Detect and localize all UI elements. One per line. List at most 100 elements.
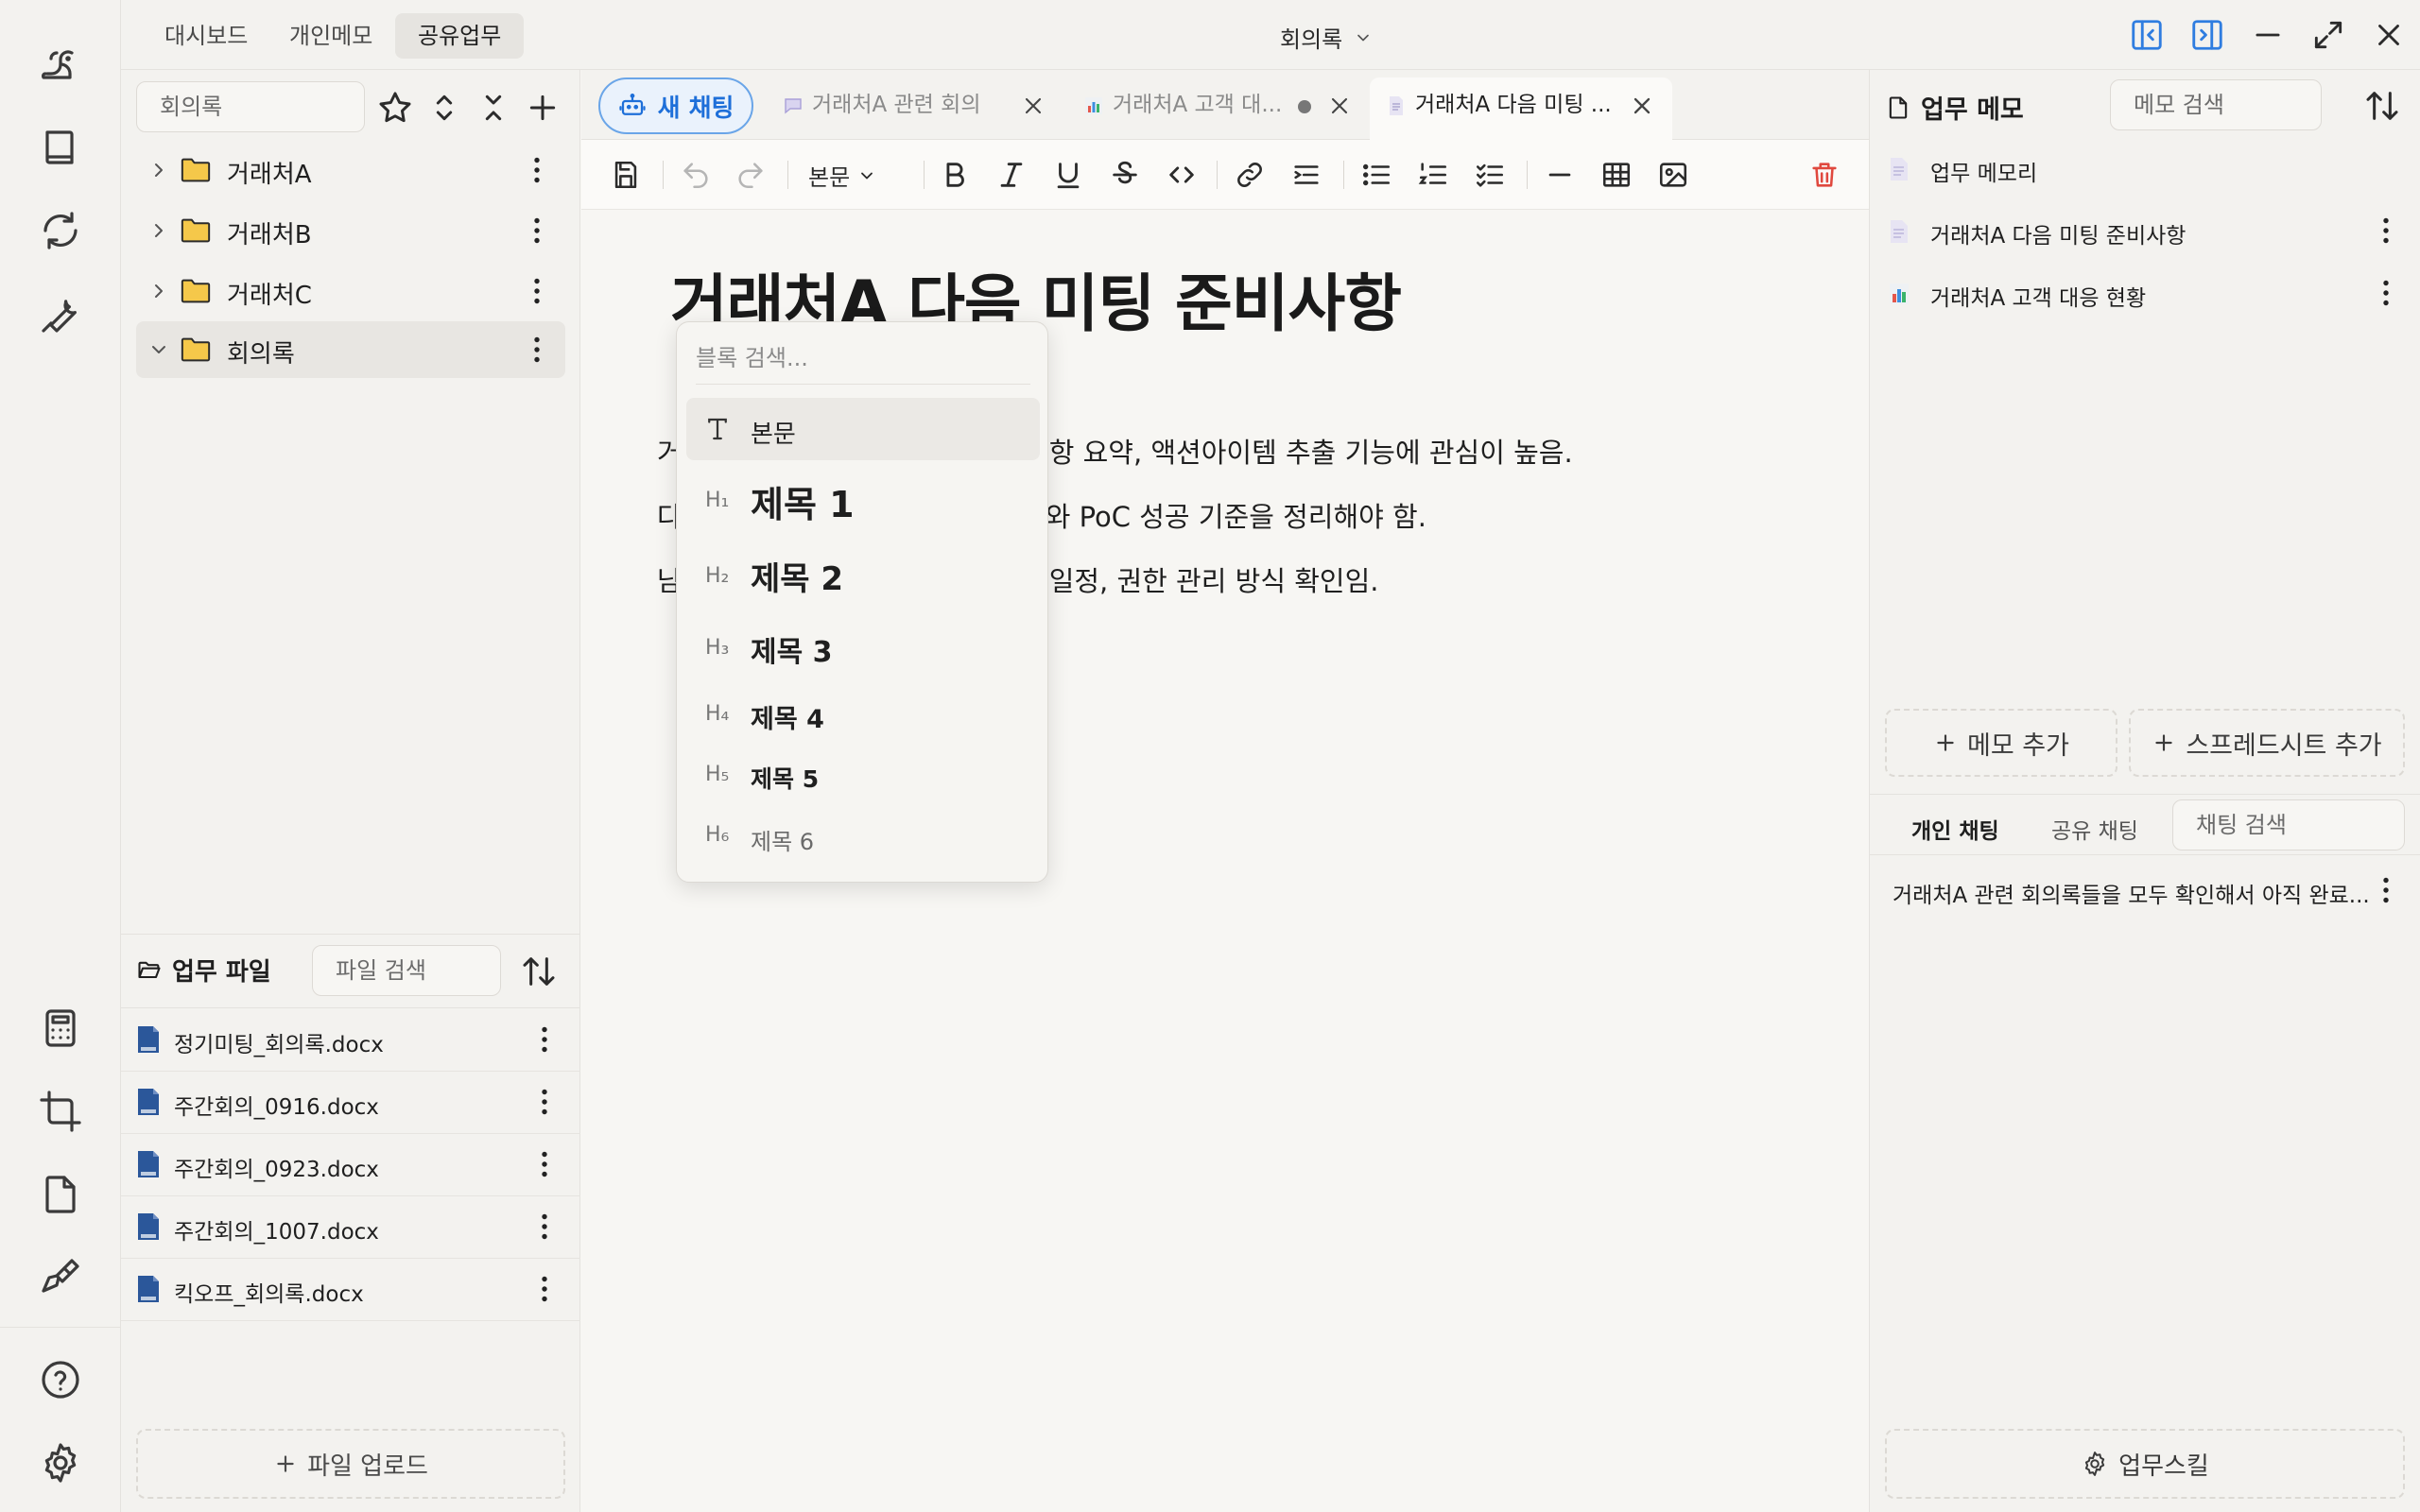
toggle-left-panel-icon[interactable]: [2129, 17, 2165, 53]
minimize-icon[interactable]: [2250, 17, 2286, 53]
file-row[interactable]: 정기미팅_회의록.docx: [121, 1009, 580, 1072]
link-icon[interactable]: [1234, 159, 1266, 191]
add-spreadsheet-button[interactable]: 스프레드시트 추가: [2129, 709, 2405, 777]
bold-icon[interactable]: [939, 159, 971, 191]
collapse-all-icon[interactable]: [475, 89, 512, 127]
bullet-list-icon[interactable]: [1360, 159, 1392, 191]
redo-icon[interactable]: [735, 159, 767, 191]
tree-folder-meeting-notes[interactable]: 회의록: [136, 321, 565, 378]
nav-tab-dashboard[interactable]: 대시보드: [142, 13, 270, 59]
indent-icon[interactable]: [1290, 159, 1322, 191]
memo-item-customer-status[interactable]: 거래처A 고객 대응 현황: [1870, 263, 2420, 325]
chat-search-input[interactable]: 채팅 검색: [2172, 799, 2405, 850]
block-search-input[interactable]: 블록 검색...: [696, 335, 1030, 385]
numbered-list-icon[interactable]: [1417, 159, 1449, 191]
add-memo-button[interactable]: 메모 추가: [1885, 709, 2118, 777]
more-vertical-icon[interactable]: [527, 1085, 562, 1119]
book-icon[interactable]: [38, 125, 83, 170]
tree-folder-label: 거래처A: [227, 161, 312, 189]
block-option-paragraph[interactable]: 본문: [686, 398, 1040, 460]
file-icon[interactable]: [38, 1172, 83, 1217]
settings-gear-icon[interactable]: [38, 1440, 83, 1486]
file-row[interactable]: 주간회의_0923.docx: [121, 1134, 580, 1196]
horizontal-rule-icon[interactable]: [1544, 159, 1576, 191]
image-icon[interactable]: [1657, 159, 1689, 191]
memo-item-next-meeting-prep[interactable]: 거래처A 다음 미팅 준비사항: [1870, 200, 2420, 263]
workspace-title-dropdown[interactable]: 회의록: [1280, 21, 1373, 54]
tab-personal-chat[interactable]: 개인 채팅: [1911, 813, 1999, 845]
table-icon[interactable]: [1600, 159, 1633, 191]
file-upload-label: 파일 업로드: [307, 1452, 428, 1481]
code-icon[interactable]: [1166, 159, 1198, 191]
close-tab-icon[interactable]: [1629, 93, 1655, 119]
file-row[interactable]: 주간회의_0916.docx: [121, 1072, 580, 1134]
help-icon[interactable]: [38, 1357, 83, 1402]
trash-icon[interactable]: [1808, 159, 1841, 191]
squirrel-logo-icon[interactable]: [38, 42, 83, 87]
more-vertical-icon[interactable]: [520, 274, 554, 308]
more-vertical-icon[interactable]: [527, 1147, 562, 1181]
expand-all-icon[interactable]: [425, 89, 463, 127]
maximize-icon[interactable]: [2310, 17, 2346, 53]
chevron-right-icon: [147, 219, 170, 242]
more-vertical-icon[interactable]: [2369, 873, 2403, 907]
toggle-right-panel-icon[interactable]: [2189, 17, 2225, 53]
tab-meeting-chat[interactable]: 거래처A 관련 회의: [767, 77, 1062, 140]
star-icon[interactable]: [376, 89, 414, 127]
memo-item-work-memory[interactable]: 업무 메모리: [1870, 138, 2420, 200]
more-vertical-icon[interactable]: [527, 1272, 562, 1306]
file-row[interactable]: 킥오프_회의록.docx: [121, 1259, 580, 1321]
tab-next-meeting-prep[interactable]: 거래처A 다음 미팅 ...: [1370, 77, 1672, 140]
wrench-icon[interactable]: [38, 291, 83, 336]
sync-icon[interactable]: [38, 208, 83, 253]
block-style-select[interactable]: 본문: [808, 159, 876, 192]
more-vertical-icon[interactable]: [520, 153, 554, 187]
more-vertical-icon[interactable]: [2369, 276, 2403, 310]
block-option-heading-4[interactable]: H₄ 제목 4: [686, 681, 1040, 744]
block-option-heading-6[interactable]: H₆ 제목 6: [686, 804, 1040, 865]
chat-item[interactable]: 거래처A 관련 회의록들을 모두 확인해서 아직 완료...: [1870, 860, 2420, 922]
checklist-icon[interactable]: [1474, 159, 1506, 191]
sort-icon[interactable]: [2363, 87, 2401, 125]
tree-folder-client-b[interactable]: 거래처B: [136, 202, 565, 259]
italic-icon[interactable]: [995, 159, 1028, 191]
block-option-heading-1[interactable]: H₁ 제목 1: [686, 464, 1040, 536]
tree-folder-client-c[interactable]: 거래처C: [136, 263, 565, 319]
block-option-heading-2[interactable]: H₂ 제목 2: [686, 540, 1040, 611]
underline-icon[interactable]: [1052, 159, 1084, 191]
folder-search-input[interactable]: 회의록: [136, 81, 365, 132]
toolbar-divider: [1343, 161, 1344, 189]
save-icon[interactable]: [610, 159, 642, 191]
nav-tab-personal-memo[interactable]: 개인메모: [267, 13, 395, 59]
close-tab-icon[interactable]: [1326, 93, 1353, 119]
tree-folder-client-a[interactable]: 거래처A: [136, 142, 565, 198]
add-folder-icon[interactable]: [524, 89, 562, 127]
file-upload-button[interactable]: 파일 업로드: [136, 1429, 565, 1499]
more-vertical-icon[interactable]: [527, 1210, 562, 1244]
tab-title: 거래처A 고객 대...: [1113, 93, 1283, 117]
new-chat-button[interactable]: 새 채팅: [598, 77, 753, 134]
more-vertical-icon[interactable]: [520, 214, 554, 248]
strikethrough-icon[interactable]: [1109, 159, 1141, 191]
work-skill-button[interactable]: 업무스킬: [1885, 1429, 2405, 1499]
close-tab-icon[interactable]: [1020, 93, 1046, 119]
file-row[interactable]: 주간회의_1007.docx: [121, 1196, 580, 1259]
undo-icon[interactable]: [680, 159, 712, 191]
crop-icon[interactable]: [38, 1089, 83, 1134]
file-search-input[interactable]: 파일 검색: [312, 945, 501, 996]
unsaved-indicator: [1298, 100, 1311, 113]
tab-shared-chat[interactable]: 공유 채팅: [2051, 813, 2138, 845]
tab-customer-status[interactable]: 거래처A 고객 대...: [1067, 77, 1366, 140]
block-option-heading-3[interactable]: H₃ 제목 3: [686, 613, 1040, 681]
block-option-heading-5[interactable]: H₅ 제목 5: [686, 744, 1040, 802]
more-vertical-icon[interactable]: [2369, 214, 2403, 248]
more-vertical-icon[interactable]: [520, 333, 554, 367]
paintbrush-icon[interactable]: [38, 1255, 83, 1300]
more-vertical-icon[interactable]: [527, 1022, 562, 1057]
memo-search-input[interactable]: 메모 검색: [2110, 79, 2322, 130]
section-divider: [121, 934, 580, 935]
calculator-icon[interactable]: [38, 1005, 83, 1051]
nav-tab-shared-work[interactable]: 공유업무: [395, 13, 525, 59]
close-window-icon[interactable]: [2371, 17, 2407, 53]
sort-icon[interactable]: [520, 953, 558, 990]
